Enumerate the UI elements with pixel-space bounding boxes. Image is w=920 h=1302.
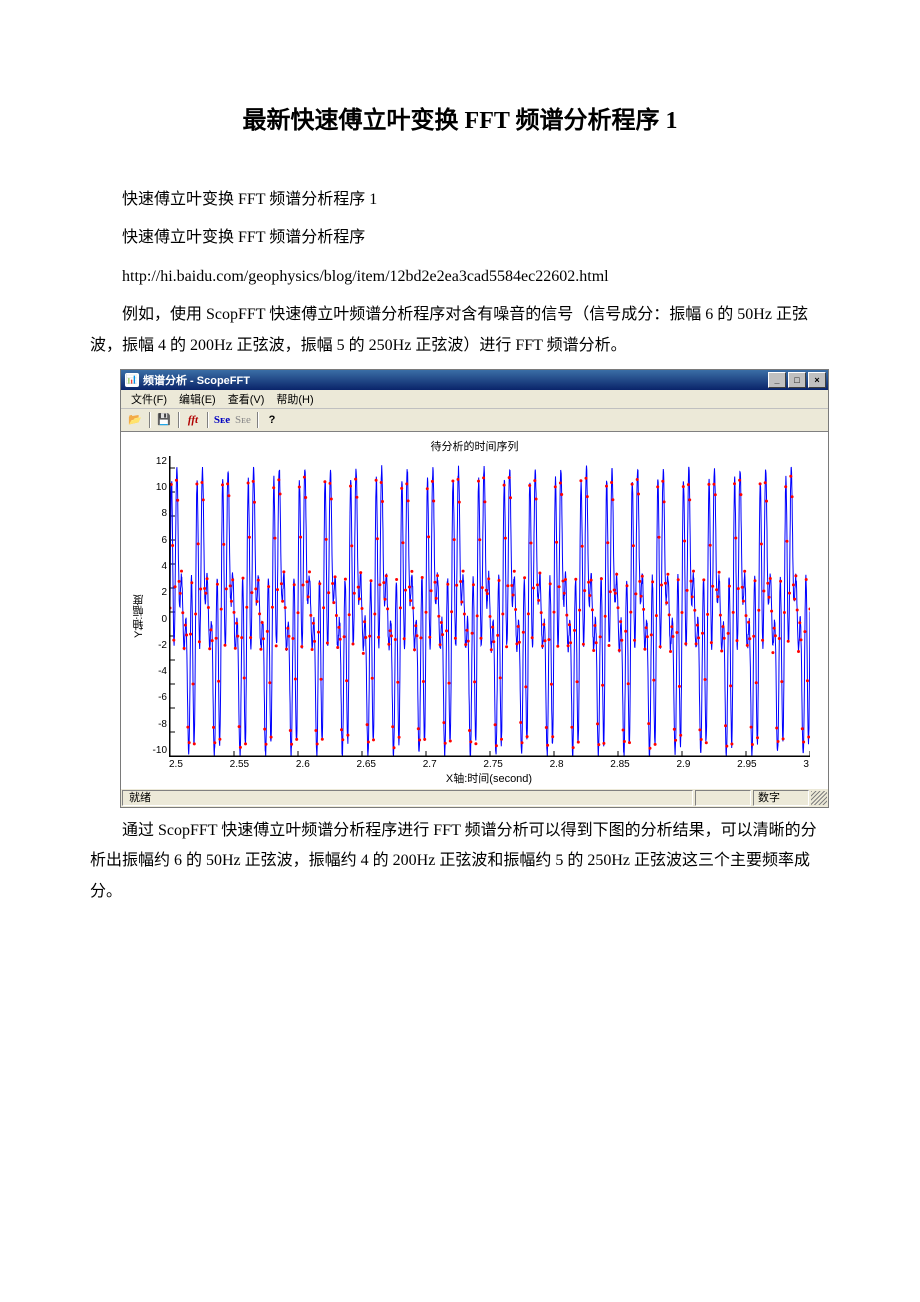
spectrum-button-1[interactable]: Sᴇe <box>212 411 232 429</box>
resize-grip-icon[interactable] <box>811 791 827 805</box>
paragraph-1: 快速傅立叶变换 FFT 频谱分析程序 1 <box>90 185 830 215</box>
paragraph-4: 通过 ScopFFT 快速傅立叶频谱分析程序进行 FFT 频谱分析可以得到下图的… <box>90 816 830 907</box>
fft-button[interactable]: fft <box>183 411 203 429</box>
statusbar: 就绪 数字 <box>121 788 828 807</box>
close-button[interactable]: × <box>808 372 826 388</box>
y-axis-ticks: 121086420-2-4-6-8-10 <box>145 456 169 756</box>
toolbar-separator <box>257 412 259 428</box>
menu-view[interactable]: 查看(V) <box>222 391 271 407</box>
toolbar-separator <box>149 412 151 428</box>
menu-help[interactable]: 帮助(H) <box>270 391 319 407</box>
menubar: 文件(F) 编辑(E) 查看(V) 帮助(H) <box>121 390 828 409</box>
toolbar-separator <box>207 412 209 428</box>
help-icon[interactable]: ? <box>262 411 282 429</box>
chart-area: 待分析的时间序列 Y轴:幅度 121086420-2-4-6-8-10 2.52… <box>121 432 828 788</box>
y-axis-label: Y轴:幅度 <box>131 456 145 757</box>
paragraph-3: 例如，使用 ScopFFT 快速傅立叶频谱分析程序对含有噪音的信号（信号成分：振… <box>90 300 830 361</box>
minimize-button[interactable]: _ <box>768 372 786 388</box>
status-cell-empty <box>695 790 751 806</box>
toolbar: 📂 💾 fft Sᴇe Sᴇe ? <box>121 409 828 432</box>
open-icon[interactable]: 📂 <box>125 411 145 429</box>
doc-title: 最新快速傅立叶变换 FFT 频谱分析程序 1 <box>90 100 830 135</box>
window-titlebar[interactable]: 📊 频谱分析 - ScopeFFT _ □ × <box>121 370 828 390</box>
chart-title: 待分析的时间序列 <box>131 438 818 454</box>
menu-file[interactable]: 文件(F) <box>125 391 173 407</box>
spectrum-button-2[interactable]: Sᴇe <box>233 411 253 429</box>
x-axis-label: X轴:时间(second) <box>169 770 809 786</box>
save-icon[interactable]: 💾 <box>154 411 174 429</box>
x-axis-ticks: 2.52.552.62.652.72.752.82.852.92.953 <box>169 759 809 770</box>
window-title: 频谱分析 - ScopeFFT <box>143 372 766 388</box>
plot-canvas <box>169 456 810 757</box>
paragraph-2: 快速傅立叶变换 FFT 频谱分析程序 <box>90 223 830 253</box>
maximize-button[interactable]: □ <box>788 372 806 388</box>
menu-edit[interactable]: 编辑(E) <box>173 391 222 407</box>
toolbar-separator <box>178 412 180 428</box>
status-numlock: 数字 <box>753 790 809 806</box>
app-icon: 📊 <box>125 373 139 387</box>
status-ready: 就绪 <box>122 790 693 806</box>
scopefft-window: 📊 频谱分析 - ScopeFFT _ □ × 文件(F) 编辑(E) 查看(V… <box>120 369 829 808</box>
doc-url: http://hi.baidu.com/geophysics/blog/item… <box>90 262 830 292</box>
